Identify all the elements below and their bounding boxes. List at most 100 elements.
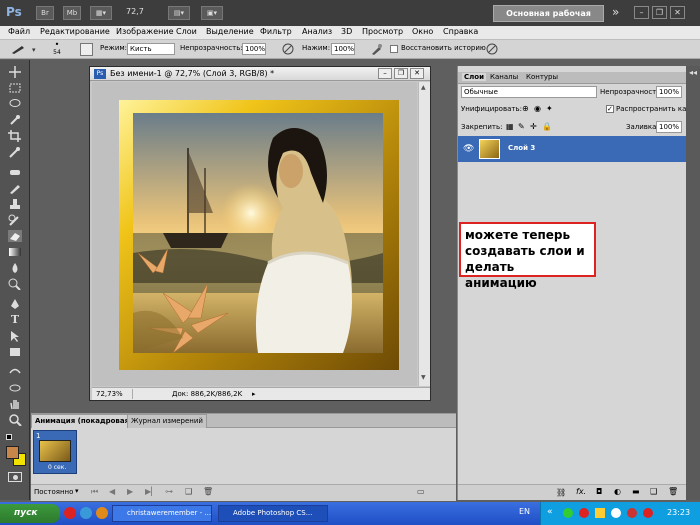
tray-network-icon[interactable] <box>595 508 605 518</box>
layer-style-icon[interactable]: fx. <box>576 487 586 496</box>
menu-edit[interactable]: Редактирование <box>40 27 110 36</box>
status-menu-arrow-icon[interactable]: ▸ <box>252 390 256 398</box>
mail-icon[interactable] <box>96 507 108 519</box>
airbrush-icon[interactable] <box>370 43 383 56</box>
expand-panels-icon[interactable]: ◂◂ <box>689 68 697 77</box>
taskbar-item-browser[interactable]: christaweremember - ... <box>112 505 212 522</box>
tray-antivirus-icon[interactable] <box>643 508 653 518</box>
layer-visibility-eye-icon[interactable]: 👁 <box>463 144 474 154</box>
tab-paths[interactable]: Контуры <box>526 73 558 81</box>
zoom-tool-icon[interactable] <box>8 414 22 427</box>
type-tool-icon[interactable]: T <box>8 314 22 326</box>
loop-dropdown-icon[interactable]: ▾ <box>75 487 79 495</box>
tablet-pressure-size-icon[interactable] <box>486 43 499 56</box>
pen-tool-icon[interactable] <box>8 298 22 310</box>
menu-3d[interactable]: 3D <box>341 27 352 36</box>
lock-all-icon[interactable]: 🔒 <box>542 122 552 131</box>
tablet-opacity-icon[interactable] <box>282 43 295 56</box>
workspace-chevrons-icon[interactable]: » <box>612 5 619 19</box>
timeline-mode-icon[interactable]: ▭ <box>417 487 425 496</box>
tool-preset-picker[interactable]: ▾ <box>8 43 44 56</box>
play-icon[interactable]: ▶ <box>127 487 133 496</box>
healing-brush-tool-icon[interactable] <box>8 166 22 178</box>
menu-view[interactable]: Просмотр <box>362 27 403 36</box>
crop-tool-icon[interactable] <box>8 130 22 142</box>
default-colors-icon[interactable] <box>6 434 12 440</box>
hand-tool-icon[interactable] <box>8 398 22 410</box>
menu-window[interactable]: Окно <box>412 27 433 36</box>
arrange-documents-button[interactable]: ▤▾ <box>168 6 190 20</box>
tray-security-icon[interactable] <box>579 508 589 518</box>
unify-style-icon[interactable]: ✦ <box>546 104 553 113</box>
menu-filter[interactable]: Фильтр <box>260 27 292 36</box>
loop-select[interactable]: Постоянно <box>34 488 73 496</box>
ie-icon[interactable] <box>80 507 92 519</box>
dodge-tool-icon[interactable] <box>8 278 22 291</box>
gradient-tool-icon[interactable] <box>8 246 22 258</box>
brush-panel-toggle-icon[interactable] <box>80 43 93 56</box>
quick-mask-icon[interactable] <box>8 472 22 482</box>
lock-position-icon[interactable]: ✛ <box>530 122 537 131</box>
lock-transparency-icon[interactable]: ▦ <box>506 122 514 131</box>
zoom-level[interactable]: 72,7 <box>126 7 144 16</box>
unify-visibility-icon[interactable]: ◉ <box>534 104 541 113</box>
layer-row-layer3[interactable]: 👁 Слой 3 <box>458 136 687 162</box>
document-minimize-button[interactable]: – <box>378 68 392 79</box>
blend-mode-select[interactable]: Обычные <box>461 86 597 98</box>
document-title-bar[interactable]: Ps Без имени-1 @ 72,7% (Слой 3, RGB/8) *… <box>90 67 430 81</box>
opacity-input[interactable]: 100% <box>242 43 266 55</box>
foreground-color-swatch[interactable] <box>6 446 19 459</box>
link-layers-icon[interactable]: ⛓ <box>556 488 566 497</box>
menu-select[interactable]: Выделение <box>206 27 254 36</box>
next-frame-icon[interactable]: ▶▏ <box>145 487 157 496</box>
document-vertical-scrollbar[interactable]: ▲ ▼ <box>418 82 430 386</box>
blur-tool-icon[interactable] <box>8 262 22 274</box>
layer-opacity-input[interactable]: 100% <box>656 86 682 98</box>
menu-analysis[interactable]: Анализ <box>302 27 332 36</box>
unify-position-icon[interactable]: ⊕ <box>522 104 529 113</box>
language-indicator[interactable]: EN <box>519 507 530 516</box>
tray-volume-icon[interactable] <box>611 508 621 518</box>
delete-frame-icon[interactable]: 🗑 <box>203 487 213 496</box>
pressure-input[interactable]: 100% <box>331 43 355 55</box>
taskbar-item-photoshop[interactable]: Adobe Photoshop CS... <box>218 505 328 522</box>
tab-channels[interactable]: Каналы <box>490 73 518 81</box>
adjustment-layer-icon[interactable]: ◐ <box>614 487 621 496</box>
path-selection-tool-icon[interactable] <box>8 330 22 342</box>
3d-orbit-tool-icon[interactable] <box>8 382 22 394</box>
close-button[interactable]: ✕ <box>670 6 685 19</box>
document-zoom-field[interactable]: 72,73% <box>96 390 123 398</box>
menu-layers[interactable]: Слои <box>176 27 197 36</box>
document-close-button[interactable]: ✕ <box>410 68 424 79</box>
brush-tool-icon[interactable] <box>8 182 22 194</box>
start-button[interactable]: пуск <box>0 504 60 523</box>
marquee-tool-icon[interactable] <box>8 82 22 94</box>
propagate-frame-checkbox[interactable]: ✓ <box>606 105 614 113</box>
tray-app-icon[interactable] <box>563 508 573 518</box>
restore-button[interactable]: ❐ <box>652 6 667 19</box>
menu-image[interactable]: Изображение <box>116 27 174 36</box>
new-layer-icon[interactable]: ❑ <box>650 487 657 496</box>
first-frame-icon[interactable]: ⏮ <box>91 487 98 497</box>
workspace-button[interactable]: Основная рабочая среда <box>493 5 604 33</box>
tray-arrow-icon[interactable]: « <box>547 507 553 517</box>
previous-frame-icon[interactable]: ◀ <box>109 487 115 496</box>
restore-history-checkbox[interactable] <box>390 45 398 53</box>
fill-input[interactable]: 100% <box>656 121 682 133</box>
frame-delay[interactable]: 0 сек. <box>48 464 66 471</box>
tray-opera-icon[interactable] <box>627 508 637 518</box>
bridge-button[interactable]: Br <box>36 6 54 20</box>
document-canvas[interactable] <box>92 82 417 386</box>
eyedropper-tool-icon[interactable] <box>8 146 22 158</box>
history-brush-tool-icon[interactable] <box>8 214 22 226</box>
minimize-button[interactable]: – <box>634 6 649 19</box>
collapsed-panels-strip[interactable]: ◂◂ <box>686 66 700 500</box>
animation-frame-1[interactable]: 1 0 сек. <box>33 430 77 474</box>
brush-size-picker[interactable]: • 54 <box>50 41 64 58</box>
add-mask-icon[interactable]: ◘ <box>596 487 602 496</box>
tween-icon[interactable]: ⊶ <box>165 487 173 496</box>
shape-tool-icon[interactable] <box>8 346 22 358</box>
tab-layers[interactable]: Слои <box>462 73 486 81</box>
view-extras-button[interactable]: ▦▾ <box>90 6 112 20</box>
screen-mode-button[interactable]: ▣▾ <box>201 6 223 20</box>
